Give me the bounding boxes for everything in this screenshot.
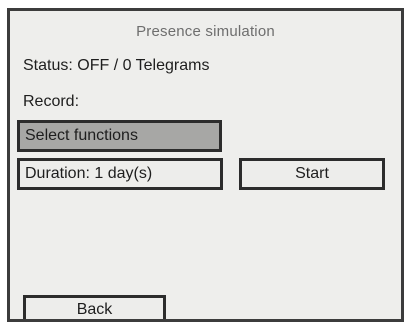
back-button[interactable]: Back — [23, 295, 166, 319]
select-functions-button[interactable]: Select functions — [17, 120, 222, 152]
start-label: Start — [295, 165, 329, 182]
select-functions-label: Select functions — [25, 127, 138, 144]
duration-label: Duration: 1 day(s) — [25, 165, 153, 182]
page-title: Presence simulation — [136, 23, 275, 40]
status-text: Status: OFF / 0 Telegrams — [23, 57, 210, 74]
presence-simulation-panel: Presence simulation Status: OFF / 0 Tele… — [7, 8, 404, 322]
start-button[interactable]: Start — [239, 158, 385, 190]
back-label: Back — [76, 301, 113, 318]
duration-button[interactable]: Duration: 1 day(s) — [17, 158, 223, 190]
record-label: Record: — [23, 93, 80, 110]
